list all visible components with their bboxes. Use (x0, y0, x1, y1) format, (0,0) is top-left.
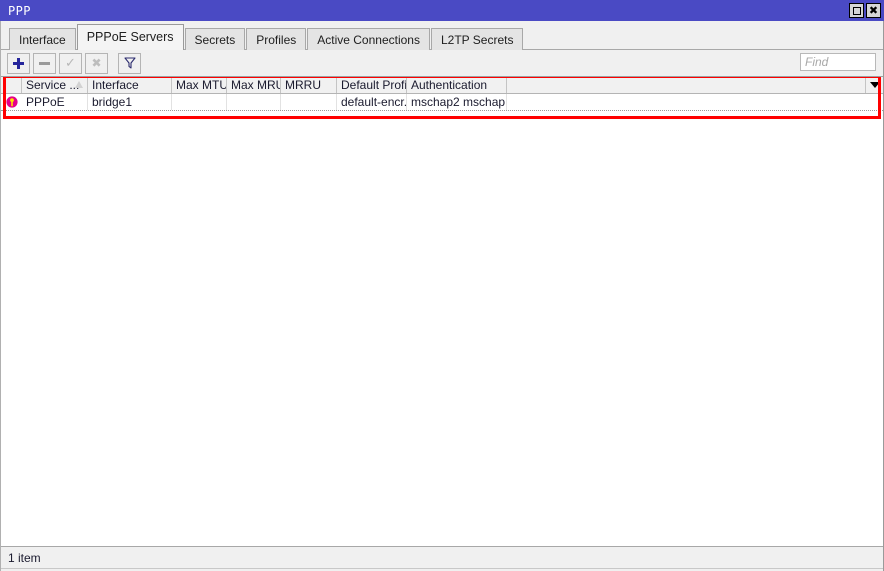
close-icon: ✖ (868, 4, 879, 17)
cell-max-mru (227, 94, 281, 110)
window-controls: ✖ (849, 3, 881, 18)
cell-max-mtu (172, 94, 227, 110)
window-titlebar[interactable]: PPP ✖ (0, 0, 884, 21)
remove-button[interactable] (33, 52, 56, 74)
column-header-authentication[interactable]: Authentication (407, 77, 507, 93)
column-header-service[interactable]: Service ... (22, 77, 88, 93)
cell-interface: bridge1 (88, 94, 172, 110)
add-button[interactable] (7, 52, 30, 74)
tab-profiles[interactable]: Profiles (246, 28, 307, 50)
tab-l2tp-secrets[interactable]: L2TP Secrets (430, 28, 524, 50)
status-bar: 1 item (1, 546, 883, 568)
close-button[interactable]: ✖ (866, 3, 881, 18)
toolbar: ✓ ✖ (1, 50, 883, 76)
cell-filler (507, 94, 883, 110)
column-chooser-button[interactable] (865, 77, 883, 93)
search-input[interactable] (800, 53, 876, 71)
filter-button[interactable] (118, 52, 141, 74)
sort-ascending-icon (75, 81, 83, 88)
cell-mrru (281, 94, 337, 110)
column-header-mrru[interactable]: MRRU (281, 77, 337, 93)
cell-authentication: mschap2 mschap... (407, 94, 507, 110)
find-container (800, 53, 876, 71)
cell-service: PPPoE (22, 94, 88, 110)
cross-icon: ✖ (91, 56, 102, 70)
cell-default-profile: default-encr... (337, 94, 407, 110)
column-header-interface[interactable]: Interface (88, 77, 172, 93)
tab-active-connections[interactable]: Active Connections (307, 28, 430, 50)
table-header-row: Service ... Interface Max MTU Max MRU MR… (1, 77, 883, 94)
row-icon-cell (1, 94, 22, 110)
check-icon: ✓ (65, 55, 76, 71)
column-header-max-mtu[interactable]: Max MTU (172, 77, 227, 93)
maximize-icon (852, 6, 861, 15)
table-row[interactable]: PPPoE bridge1 default-encr... mschap2 ms… (1, 94, 883, 111)
column-header-icon[interactable] (1, 77, 22, 93)
chevron-down-icon (869, 82, 880, 88)
tab-interface[interactable]: Interface (9, 28, 76, 50)
pppoe-server-icon (5, 96, 18, 108)
column-header-default-profile[interactable]: Default Profile (337, 77, 407, 93)
window-title: PPP (8, 3, 31, 18)
funnel-icon (123, 57, 136, 69)
ppp-window: PPP ✖ Interface PPPoE Servers Secrets Pr… (0, 0, 884, 571)
disable-button[interactable]: ✖ (85, 52, 108, 74)
tab-bar: Interface PPPoE Servers Secrets Profiles… (1, 21, 883, 50)
tab-secrets[interactable]: Secrets (184, 28, 246, 50)
plus-icon (12, 57, 25, 70)
minus-icon (39, 61, 50, 65)
status-item-count: 1 item (8, 550, 41, 565)
column-header-filler (507, 77, 865, 93)
enable-button[interactable]: ✓ (59, 52, 82, 74)
maximize-button[interactable] (849, 3, 864, 18)
column-header-max-mru[interactable]: Max MRU (227, 77, 281, 93)
column-header-service-label: Service ... (26, 78, 80, 92)
tab-pppoe-servers[interactable]: PPPoE Servers (76, 24, 184, 50)
window-client-area: Interface PPPoE Servers Secrets Profiles… (0, 21, 884, 571)
pppoe-servers-table: Service ... Interface Max MTU Max MRU MR… (1, 76, 883, 546)
